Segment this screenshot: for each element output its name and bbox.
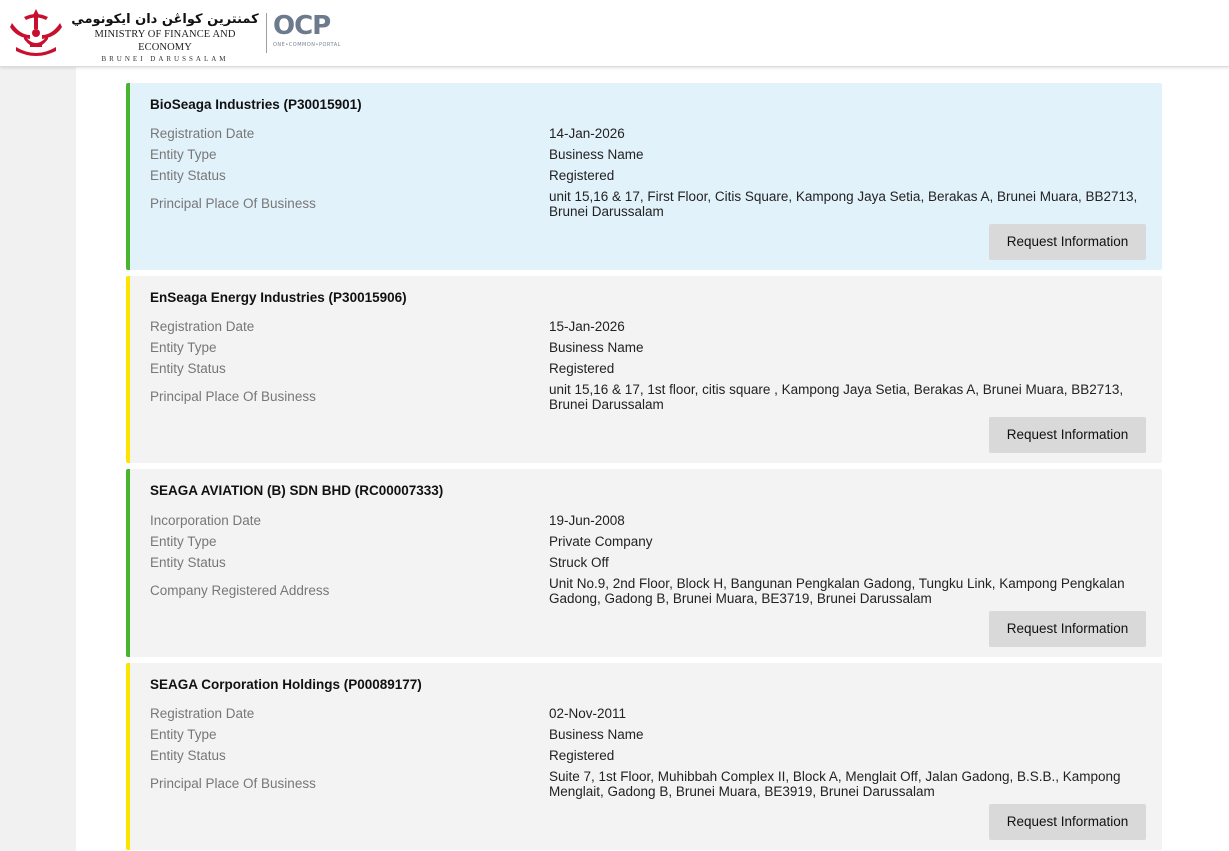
entity-title: EnSeaga Energy Industries (P30015906): [150, 290, 407, 305]
field-label: Principal Place Of Business: [150, 389, 316, 404]
result-card: SEAGA AVIATION (B) SDN BHD (RC00007333) …: [126, 469, 1162, 657]
field-label: Registration Date: [150, 706, 255, 721]
ministry-name-jawi: كمنترين كواڠن دان ايكونومي: [71, 12, 259, 27]
header-divider: [266, 13, 267, 53]
field-label: Entity Status: [150, 168, 226, 183]
field-label: Entity Type: [150, 147, 217, 162]
ocp-logo[interactable]: OCP ONE•COMMON•PORTAL: [273, 11, 341, 49]
entity-title: SEAGA AVIATION (B) SDN BHD (RC00007333): [150, 483, 444, 498]
field-value: Business Name: [549, 727, 644, 742]
field-label: Incorporation Date: [150, 513, 262, 528]
entity-title: BioSeaga Industries (P30015901): [150, 97, 362, 112]
entity-title: SEAGA Corporation Holdings (P00089177): [150, 677, 422, 692]
field-value: Registered: [549, 361, 615, 376]
field-label: Registration Date: [150, 319, 255, 334]
site-header: كمنترين كواڠن دان ايكونومي MINISTRY OF F…: [0, 0, 1229, 67]
field-label: Principal Place Of Business: [150, 196, 316, 211]
field-label: Entity Status: [150, 555, 226, 570]
request-information-button[interactable]: Request Information: [989, 417, 1146, 453]
ministry-name: كمنترين كواڠن دان ايكونومي MINISTRY OF F…: [70, 12, 260, 64]
request-information-button[interactable]: Request Information: [989, 224, 1146, 260]
ministry-country: BRUNEI DARUSSALAM: [101, 55, 229, 63]
field-value: Unit No.9, 2nd Floor, Block H, Bangunan …: [549, 576, 1125, 606]
left-gutter: [0, 67, 76, 851]
field-label: Registration Date: [150, 126, 255, 141]
field-value: Private Company: [549, 534, 653, 549]
field-value: Suite 7, 1st Floor, Muhibbah Complex II,…: [549, 769, 1121, 799]
field-label: Company Registered Address: [150, 583, 330, 598]
field-value: Business Name: [549, 147, 644, 162]
field-label: Entity Type: [150, 340, 217, 355]
ocp-logo-text: OCP: [273, 11, 331, 41]
field-value: 02-Nov-2011: [549, 706, 627, 721]
result-card: BioSeaga Industries (P30015901) Registra…: [126, 83, 1162, 270]
field-value: 15-Jan-2026: [549, 319, 625, 334]
field-label: Principal Place Of Business: [150, 776, 316, 791]
field-label: Entity Status: [150, 361, 226, 376]
request-information-button[interactable]: Request Information: [989, 804, 1146, 840]
field-value: Registered: [549, 168, 615, 183]
field-label: Entity Type: [150, 534, 217, 549]
field-value: 14-Jan-2026: [549, 126, 625, 141]
ocp-tagline: ONE•COMMON•PORTAL: [273, 42, 341, 48]
field-value: Registered: [549, 748, 615, 763]
result-card: SEAGA Corporation Holdings (P00089177) R…: [126, 663, 1162, 850]
result-card: EnSeaga Energy Industries (P30015906) Re…: [126, 276, 1162, 463]
field-value: unit 15,16 & 17, First Floor, Citis Squa…: [549, 189, 1138, 219]
brunei-crest-icon: [10, 9, 62, 56]
field-value: unit 15,16 & 17, 1st floor, citis square…: [549, 382, 1124, 412]
request-information-button[interactable]: Request Information: [989, 611, 1146, 647]
field-label: Entity Type: [150, 727, 217, 742]
field-value: 19-Jun-2008: [549, 513, 625, 528]
field-label: Entity Status: [150, 748, 226, 763]
field-value: Struck Off: [549, 555, 609, 570]
field-value: Business Name: [549, 340, 644, 355]
ministry-name-english: MINISTRY OF FINANCE AND ECONOMY: [94, 29, 236, 53]
